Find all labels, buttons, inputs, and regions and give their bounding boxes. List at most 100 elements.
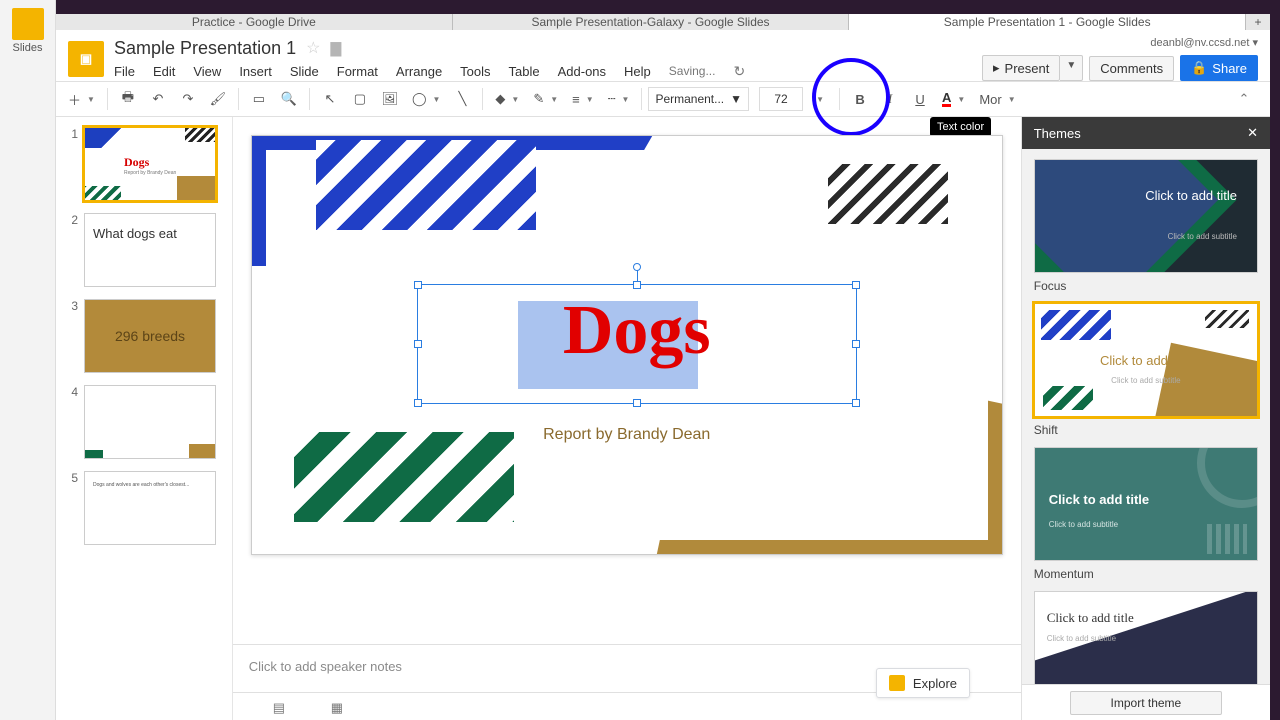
folder-icon[interactable]: ▇ [330,40,341,57]
menu-addons[interactable]: Add-ons [558,64,606,79]
account-email[interactable]: deanbl@nv.ccsd.net ▾ [1150,36,1258,49]
slides-app-label: Slides [0,42,55,54]
slides-logo-icon[interactable]: ▣ [68,41,104,77]
theme-card[interactable]: Click to add title Click to add subtitle… [1034,159,1258,293]
browser-tab[interactable]: Sample Presentation-Galaxy - Google Slid… [453,14,850,30]
theme-placeholder: Click to add title [1049,492,1149,507]
star-icon[interactable]: ☆ [306,38,320,58]
more-button[interactable]: Mor▼ [973,85,1021,113]
menu-format[interactable]: Format [337,64,378,79]
menu-view[interactable]: View [193,64,221,79]
collapse-toolbar-icon[interactable]: ⌃ [1230,85,1258,113]
import-theme-button[interactable]: Import theme [1070,691,1223,715]
menu-arrange[interactable]: Arrange [396,64,442,79]
italic-button[interactable]: I [876,85,904,113]
theme-preview[interactable]: Click to add title Click to add subtitle [1034,447,1258,561]
slides-app-icon[interactable] [12,8,44,40]
resize-handle[interactable] [852,399,860,407]
theme-card[interactable]: Click to add title Click to add subtitle… [1034,303,1258,437]
new-tab-button[interactable]: + [1246,14,1270,30]
new-slide-button[interactable]: ＋▼ [62,85,101,113]
tooltip-text-color: Text color [930,117,991,137]
undo-icon[interactable]: ↶ [144,85,172,113]
theme-sub: Click to add subtitle [1049,520,1118,529]
menu-table[interactable]: Table [509,64,540,79]
slide-thumbnail[interactable]: What dogs eat [84,213,216,287]
menu-tools[interactable]: Tools [460,64,490,79]
menu-help[interactable]: Help [624,64,651,79]
document-title[interactable]: Sample Presentation 1 [114,38,296,59]
menu-slide[interactable]: Slide [290,64,319,79]
resize-handle[interactable] [414,399,422,407]
shape-tool-icon[interactable]: ◯▼ [406,85,446,113]
grid-view-icon[interactable]: ▦ [331,700,349,714]
present-button[interactable]: ▸ Present [982,55,1060,81]
title-textbox[interactable]: Dogs [417,284,857,404]
zoom-icon[interactable]: 🔍 [275,85,303,113]
document-title-row: Sample Presentation 1 ☆ ▇ [114,38,972,59]
canvas-area[interactable]: Dogs Report by Brandy Dean [233,117,1021,644]
redo-icon[interactable]: ↷ [174,85,202,113]
menu-edit[interactable]: Edit [153,64,175,79]
themes-list[interactable]: Click to add title Click to add subtitle… [1022,149,1270,684]
saving-status: Saving... [669,64,716,78]
slide-thumbnail[interactable] [84,385,216,459]
slide-thumbnail[interactable]: 296 breeds [84,299,216,373]
theme-card[interactable]: Click to add title Click to add subtitle… [1034,447,1258,581]
text-color-button[interactable]: A▼ Text color [936,85,971,113]
comments-button[interactable]: Comments [1089,56,1174,81]
menu-bar: File Edit View Insert Slide Format Arran… [114,63,972,80]
filmstrip-view-icon[interactable]: ▤ [273,700,291,714]
account-area: deanbl@nv.ccsd.net ▾ ▸ Present ▼ Comment… [982,36,1258,81]
browser-tab[interactable]: Sample Presentation 1 - Google Slides [849,14,1246,30]
slide-thumbnail[interactable]: Dogs Report by Brandy Dean [84,127,216,201]
history-icon[interactable]: ↻ [733,63,745,80]
textbox-tool-icon[interactable]: ▢ [346,85,374,113]
google-slides-app: ▣ Sample Presentation 1 ☆ ▇ File Edit Vi… [56,30,1270,720]
theme-card[interactable]: Click to add title Click to add subtitle [1034,591,1258,684]
explore-button[interactable]: Explore [876,668,970,698]
theme-preview[interactable]: Click to add title Click to add subtitle [1034,159,1258,273]
line-tool-icon[interactable]: ╲ [448,85,476,113]
resize-handle[interactable] [633,281,641,289]
thumb-number: 4 [64,385,78,399]
line-weight-icon[interactable]: ≡▼ [566,85,600,113]
thumb-number: 2 [64,213,78,227]
canvas-wrap: Dogs Report by Brandy Dean Click to add … [233,117,1021,720]
slide-thumbnail[interactable]: Dogs and wolves are each other's closest… [84,471,216,545]
resize-handle[interactable] [633,399,641,407]
font-size-dropdown[interactable]: ▼ [805,85,833,113]
line-dash-icon[interactable]: ┄▼ [602,85,636,113]
font-size-input[interactable]: 72 [759,87,803,111]
fill-color-icon[interactable]: ◆▼ [489,85,525,113]
resize-handle[interactable] [414,281,422,289]
slide-canvas[interactable]: Dogs Report by Brandy Dean [251,135,1003,555]
font-family-select[interactable]: Permanent...▼ [648,87,749,111]
present-dropdown[interactable]: ▼ [1060,55,1083,81]
line-color-icon[interactable]: ✎▼ [527,85,564,113]
resize-handle[interactable] [852,281,860,289]
browser-tab[interactable]: Practice - Google Drive [56,14,453,30]
zoom-fit-icon[interactable]: ▭ [245,85,273,113]
title-text[interactable]: Dogs [418,291,856,371]
titlebar: ▣ Sample Presentation 1 ☆ ▇ File Edit Vi… [56,30,1270,81]
slide-panel[interactable]: 1 Dogs Report by Brandy Dean 2 What dogs… [56,117,233,720]
rotate-handle[interactable] [633,263,641,271]
print-icon[interactable]: 🖶 [114,85,142,113]
subtitle-text[interactable]: Report by Brandy Dean [252,426,1002,444]
underline-button[interactable]: U [906,85,934,113]
themes-panel: Themes ✕ Click to add title Click to add… [1021,117,1270,720]
body: 1 Dogs Report by Brandy Dean 2 What dogs… [56,117,1270,720]
close-icon[interactable]: ✕ [1247,125,1258,141]
menu-file[interactable]: File [114,64,135,79]
select-tool-icon[interactable]: ↖ [316,85,344,113]
theme-preview[interactable]: Click to add title Click to add subtitle [1034,591,1258,684]
paint-format-icon[interactable]: 🖌 [204,85,232,113]
share-button[interactable]: 🔒 Share [1180,55,1258,81]
theme-name: Shift [1034,423,1258,437]
bold-button[interactable]: B [846,85,874,113]
theme-preview[interactable]: Click to add title Click to add subtitle [1034,303,1258,417]
image-tool-icon[interactable]: 🖼 [376,85,404,113]
menu-insert[interactable]: Insert [239,64,272,79]
thumb-text: Dogs and wolves are each other's closest… [93,482,189,488]
